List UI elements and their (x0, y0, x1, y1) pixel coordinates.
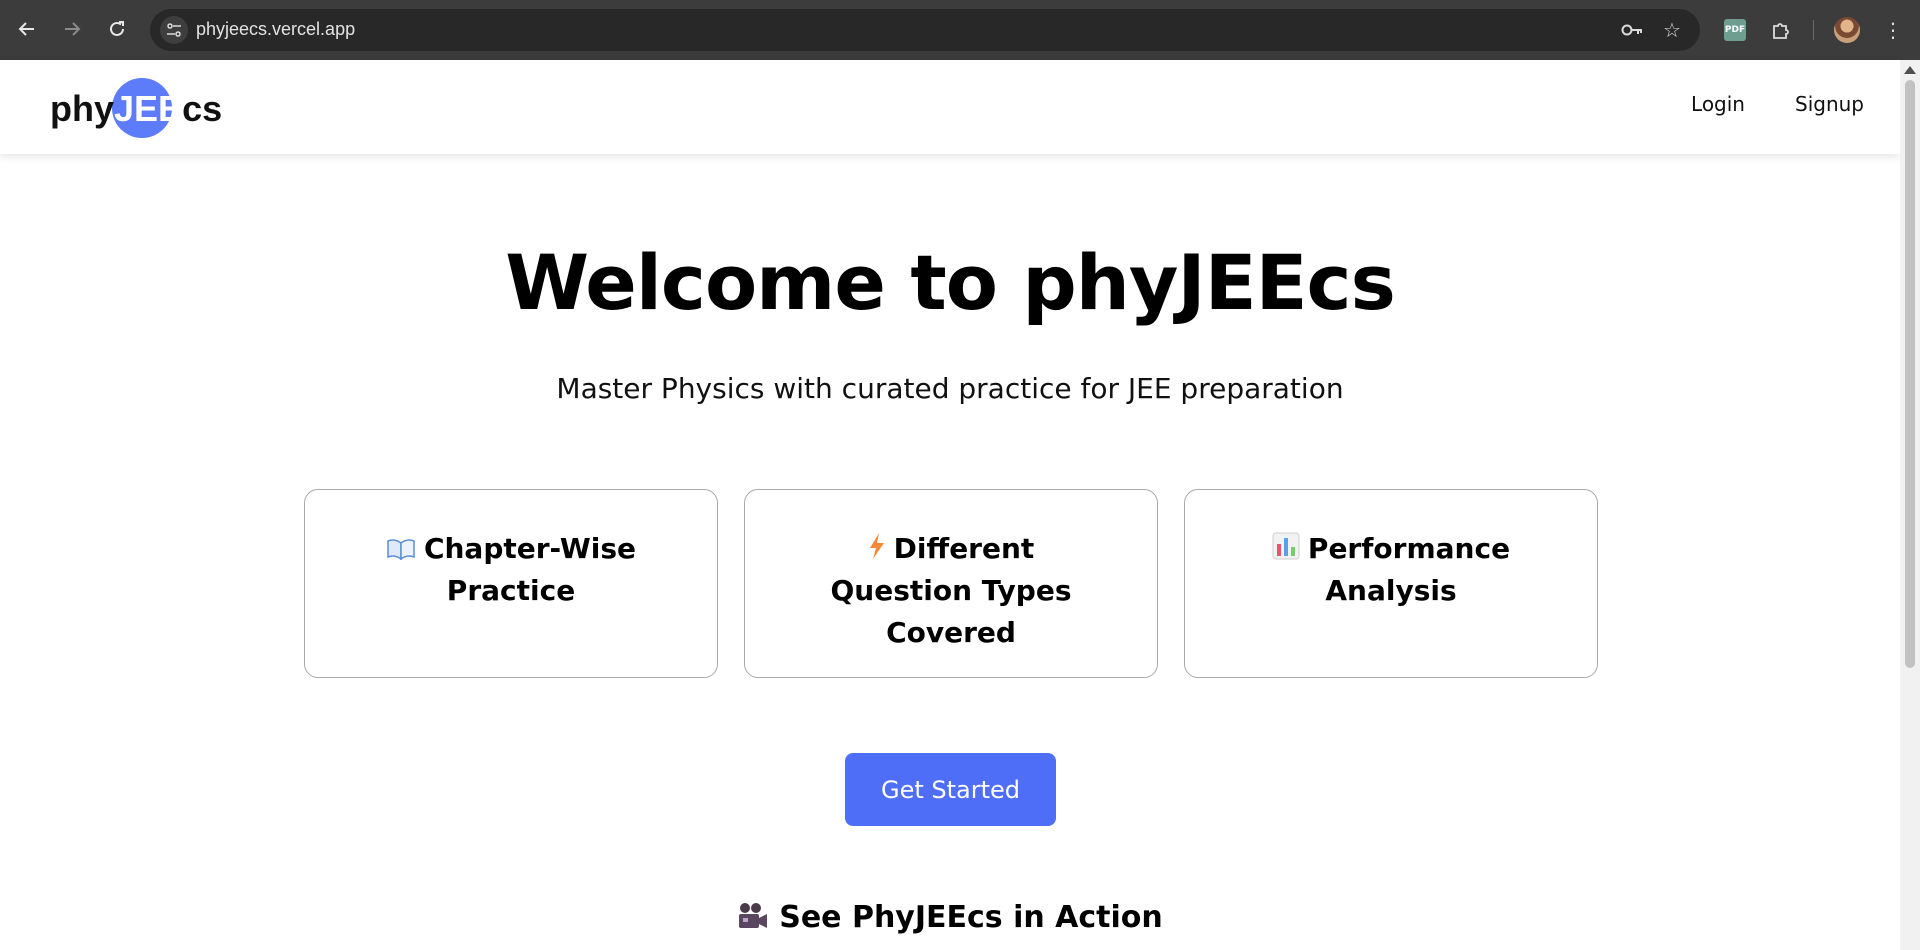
toolbar-divider (1813, 20, 1814, 40)
header-nav: Login Signup (1691, 92, 1864, 116)
feature-title-text: Chapter-Wise Practice (423, 532, 637, 607)
key-icon (1621, 24, 1642, 36)
browser-toolbar: phyjeecs.vercel.app ☆ PDF ⋮ (0, 0, 1920, 60)
profile-button[interactable] (1832, 15, 1862, 45)
hero-subtitle: Master Physics with curated practice for… (556, 372, 1344, 405)
password-manager-button[interactable] (1620, 18, 1644, 42)
arrow-right-icon (65, 22, 81, 36)
kebab-menu-icon: ⋮ (1883, 18, 1903, 42)
star-icon: ☆ (1663, 18, 1681, 42)
browser-menu-button[interactable]: ⋮ (1878, 15, 1908, 45)
site-logo[interactable]: phyJEEcs (50, 72, 222, 140)
site-header: phyJEEcs Login Signup (0, 60, 1900, 154)
address-bar[interactable]: phyjeecs.vercel.app ☆ (150, 9, 1700, 51)
feature-title-text: Different Question Types Covered (830, 532, 1072, 649)
page-scrollbar[interactable] (1900, 60, 1920, 950)
bookmark-button[interactable]: ☆ (1660, 18, 1684, 42)
signup-link[interactable]: Signup (1795, 92, 1864, 116)
site-info-button[interactable] (160, 16, 188, 44)
feature-card-performance: Performance Analysis (1184, 489, 1598, 678)
feature-card-title: Different Question Types Covered (801, 528, 1101, 677)
feature-card-title: Chapter-Wise Practice (361, 528, 661, 677)
movie-camera-icon (739, 903, 768, 928)
demo-section-title-text: See PhyJEEcs in Action (779, 900, 1163, 935)
forward-button[interactable] (55, 12, 89, 46)
logo-text-middle: JEE (114, 88, 183, 129)
arrow-left-icon (18, 22, 34, 36)
logo-text-right: cs (182, 88, 223, 129)
login-link[interactable]: Login (1691, 92, 1745, 116)
scroll-up-arrow[interactable] (1904, 66, 1916, 74)
extensions-button[interactable] (1766, 15, 1796, 45)
demo-section-title: See PhyJEEcs in Action (0, 900, 1900, 935)
feature-card-question-types: Different Question Types Covered (744, 489, 1158, 678)
reload-button[interactable] (100, 12, 134, 46)
pdf-extension-button[interactable]: PDF (1720, 15, 1750, 45)
get-started-button[interactable]: Get Started (845, 753, 1056, 826)
feature-title-text: Performance Analysis (1307, 532, 1511, 607)
feature-card-title: Performance Analysis (1241, 528, 1541, 677)
avatar (1834, 17, 1860, 43)
lightning-icon (869, 533, 884, 559)
back-button[interactable] (10, 12, 44, 46)
url-text[interactable]: phyjeecs.vercel.app (196, 19, 355, 40)
scrollbar-thumb[interactable] (1905, 80, 1915, 668)
page: phyJEEcs Login Signup Welcome to phyJEEc… (0, 60, 1900, 950)
bar-chart-icon (1272, 532, 1300, 560)
tune-icon (167, 23, 181, 37)
feature-cards: Chapter-Wise Practice Different Question… (304, 489, 1598, 678)
pdf-icon: PDF (1724, 19, 1746, 41)
puzzle-icon (1773, 23, 1789, 39)
feature-card-chapter-wise: Chapter-Wise Practice (304, 489, 718, 678)
open-book-icon (387, 539, 415, 560)
logo-text-left: phy (50, 88, 115, 129)
hero-title: Welcome to phyJEEcs (505, 238, 1396, 327)
reload-icon (110, 21, 124, 36)
logo-text: phyJEEcs (50, 88, 222, 130)
